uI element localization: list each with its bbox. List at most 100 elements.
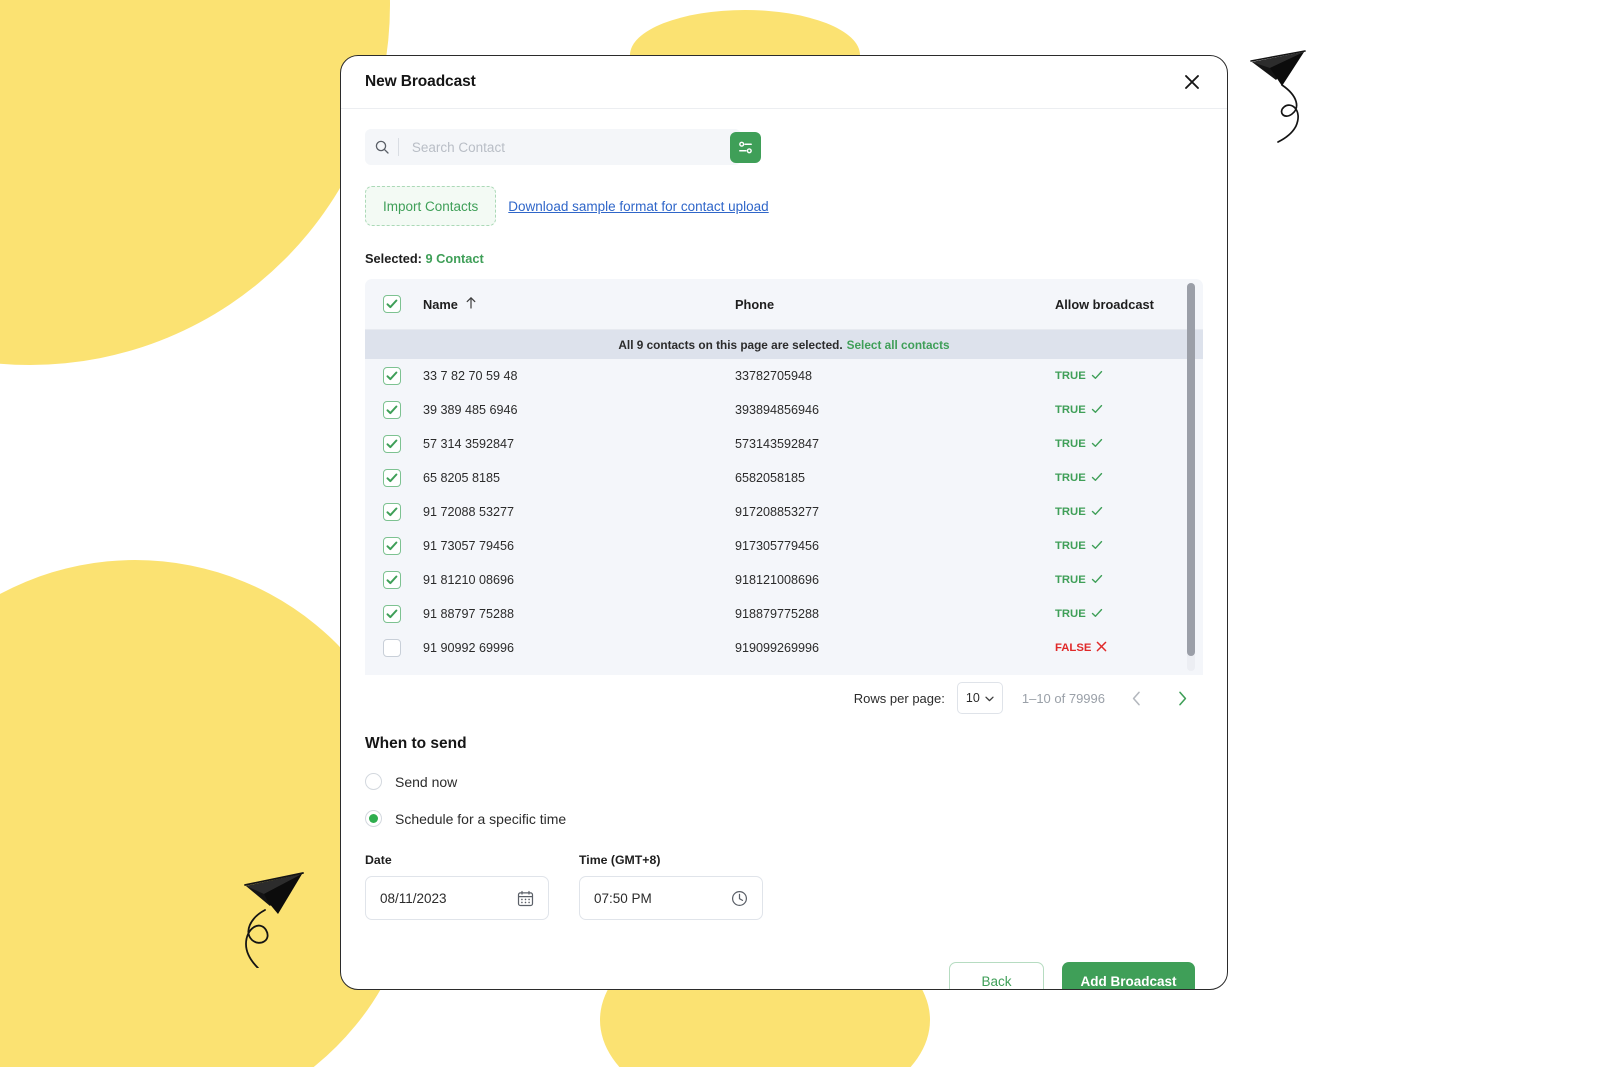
time-field-group: Time (GMT+8) 07:50 PM — [579, 853, 763, 920]
allow-broadcast-label: TRUE — [1055, 506, 1086, 518]
row-checkbox-cell — [383, 605, 423, 623]
sliders-filter-icon[interactable] — [730, 131, 761, 163]
row-checkbox[interactable] — [383, 367, 401, 385]
check-icon — [1091, 573, 1103, 588]
row-checkbox[interactable] — [383, 469, 401, 487]
row-checkbox[interactable] — [383, 503, 401, 521]
row-checkbox[interactable] — [383, 605, 401, 623]
row-phone: 33782705948 — [735, 369, 813, 383]
select-all-checkbox[interactable] — [383, 295, 401, 313]
allow-broadcast-label: FALSE — [1055, 642, 1092, 654]
allow-broadcast-label: TRUE — [1055, 472, 1086, 484]
row-checkbox[interactable] — [383, 639, 401, 657]
pagination-bar: Rows per page: 10 1–10 of 79996 — [365, 675, 1203, 721]
table-row[interactable]: 91 72088 53277 917208853277 TRUE — [365, 495, 1203, 529]
column-header-name[interactable]: Name — [423, 296, 735, 312]
rows-per-page-select[interactable]: 10 — [956, 682, 1003, 714]
check-icon — [1091, 403, 1103, 418]
check-icon — [1091, 369, 1103, 384]
rows-per-page-label: Rows per page: — [853, 690, 945, 706]
chevron-left-icon[interactable] — [1125, 687, 1147, 709]
selected-count-value: 9 Contact — [425, 251, 484, 266]
table-row[interactable]: 91 81210 08696 918121008696 TRUE — [365, 563, 1203, 597]
close-icon[interactable] — [1179, 69, 1205, 95]
radio-schedule-label: Schedule for a specific time — [395, 810, 567, 827]
row-name: 91 90992 69996 — [423, 641, 515, 655]
row-phone: 917305779456 — [735, 539, 820, 553]
time-input[interactable]: 07:50 PM — [579, 876, 763, 920]
row-checkbox[interactable] — [383, 435, 401, 453]
select-all-contacts-link[interactable]: Select all contacts — [847, 338, 950, 352]
yellow-circle-top-left — [0, 0, 390, 365]
table-row[interactable]: 57 314 3592847 573143592847 TRUE — [365, 427, 1203, 461]
sort-ascending-arrow-icon — [465, 296, 477, 312]
check-icon — [1091, 539, 1103, 554]
row-checkbox-cell — [383, 469, 423, 487]
row-allow-broadcast-cell: TRUE — [1055, 403, 1203, 418]
row-allow-broadcast-cell: TRUE — [1055, 573, 1203, 588]
date-input[interactable]: 08/11/2023 — [365, 876, 549, 920]
row-allow-broadcast-cell: TRUE — [1055, 607, 1203, 622]
time-field-label: Time (GMT+8) — [579, 853, 661, 867]
row-phone: 919099269996 — [735, 641, 820, 655]
search-divider — [398, 138, 399, 156]
table-scrollbar-track[interactable] — [1187, 283, 1195, 671]
back-button[interactable]: Back — [949, 962, 1044, 989]
table-row[interactable]: 65 8205 8185 6582058185 TRUE — [365, 461, 1203, 495]
cross-icon — [1096, 641, 1107, 655]
row-checkbox-cell — [383, 571, 423, 589]
row-checkbox-cell — [383, 639, 423, 657]
row-checkbox[interactable] — [383, 401, 401, 419]
dialog-footer: Back Add Broadcast — [365, 962, 1203, 989]
selected-prefix: Selected: — [365, 251, 422, 266]
row-name: 33 7 82 70 59 48 — [423, 369, 518, 383]
row-name: 91 88797 75288 — [423, 607, 515, 621]
table-row[interactable]: 39 389 485 6946 393894856946 TRUE — [365, 393, 1203, 427]
select-all-banner: All 9 contacts on this page are selected… — [365, 330, 1203, 359]
add-broadcast-button[interactable]: Add Broadcast — [1062, 962, 1195, 989]
row-name: 65 8205 8185 — [423, 471, 501, 485]
allow-broadcast-label: TRUE — [1055, 370, 1086, 382]
table-row[interactable]: 33 7 82 70 59 48 33782705948 TRUE — [365, 359, 1203, 393]
check-icon — [1091, 437, 1103, 452]
row-allow-broadcast-cell: TRUE — [1055, 437, 1203, 452]
selected-count-label: Selected: 9 Contact — [365, 251, 1203, 266]
dialog-body: Import Contacts Download sample format f… — [341, 129, 1227, 989]
time-input-value: 07:50 PM — [594, 890, 652, 906]
row-name: 57 314 3592847 — [423, 437, 515, 451]
column-header-name-label: Name — [423, 296, 458, 312]
clock-icon[interactable] — [731, 890, 748, 907]
radio-option-send-now[interactable]: Send now — [365, 773, 1203, 790]
row-checkbox-cell — [383, 367, 423, 385]
row-checkbox[interactable] — [383, 537, 401, 555]
chevron-right-icon[interactable] — [1171, 687, 1193, 709]
allow-broadcast-status: TRUE — [1055, 607, 1203, 622]
date-field-label: Date — [365, 853, 392, 867]
calendar-icon[interactable] — [517, 890, 534, 907]
allow-broadcast-status: TRUE — [1055, 505, 1203, 520]
search-input[interactable] — [409, 138, 731, 156]
import-contacts-button[interactable]: Import Contacts — [365, 186, 497, 226]
dialog-header: New Broadcast — [341, 56, 1227, 109]
table-row[interactable]: 91 88797 75288 918879775288 TRUE — [365, 597, 1203, 631]
table-row[interactable]: 91 90992 69996 919099269996 FALSE — [365, 631, 1203, 665]
date-field-group: Date 08/11/2023 — [365, 853, 549, 920]
radio-option-schedule[interactable]: Schedule for a specific time — [365, 810, 1203, 827]
row-allow-broadcast-cell: FALSE — [1055, 641, 1203, 655]
check-icon — [1091, 607, 1103, 622]
row-checkbox-cell — [383, 401, 423, 419]
allow-broadcast-label: TRUE — [1055, 608, 1086, 620]
contacts-table-scroll-area: Name Phone Allow broadcast All 9 contact… — [365, 279, 1203, 675]
allow-broadcast-status: FALSE — [1055, 641, 1203, 655]
table-scrollbar-thumb[interactable] — [1187, 283, 1195, 656]
row-phone: 917208853277 — [735, 505, 820, 519]
date-input-value: 08/11/2023 — [380, 890, 447, 906]
row-checkbox[interactable] — [383, 571, 401, 589]
download-sample-format-link[interactable]: Download sample format for contact uploa… — [508, 199, 768, 214]
row-name: 91 81210 08696 — [423, 573, 515, 587]
radio-send-now[interactable] — [365, 773, 382, 790]
allow-broadcast-label: TRUE — [1055, 574, 1086, 586]
allow-broadcast-status: TRUE — [1055, 403, 1203, 418]
table-row[interactable]: 91 73057 79456 917305779456 TRUE — [365, 529, 1203, 563]
radio-schedule[interactable] — [365, 810, 382, 827]
